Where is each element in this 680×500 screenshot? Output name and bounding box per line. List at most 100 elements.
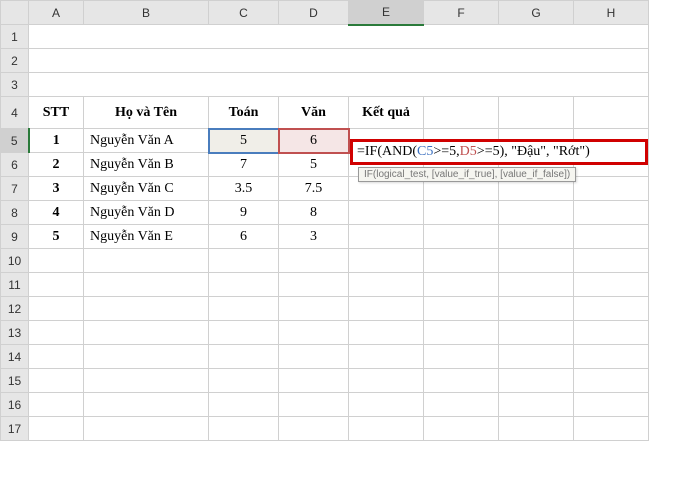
cell[interactable]	[499, 97, 574, 129]
cell[interactable]	[499, 297, 574, 321]
cell[interactable]	[279, 273, 349, 297]
cell[interactable]	[84, 393, 209, 417]
cell[interactable]	[424, 369, 499, 393]
header-stt[interactable]: STT	[29, 97, 84, 129]
cell[interactable]	[499, 369, 574, 393]
cell[interactable]	[499, 249, 574, 273]
cell[interactable]	[209, 345, 279, 369]
cell[interactable]	[279, 249, 349, 273]
cell-lit-ref[interactable]: 6	[279, 129, 349, 153]
cell[interactable]	[574, 345, 649, 369]
row-header[interactable]: 16	[1, 393, 29, 417]
cell[interactable]	[424, 321, 499, 345]
row-header[interactable]: 2	[1, 49, 29, 73]
worksheet[interactable]: A B C D E F G H 1 2 3 4 STT Họ và Tên To…	[0, 0, 680, 441]
cell[interactable]	[424, 393, 499, 417]
cell[interactable]	[574, 417, 649, 441]
cell[interactable]	[209, 417, 279, 441]
formula-edit-box[interactable]: =IF(AND(C5>=5, D5>=5), "Đậu", "Rớt")	[350, 139, 648, 165]
row-header[interactable]: 7	[1, 177, 29, 201]
cell[interactable]	[29, 393, 84, 417]
cell[interactable]	[209, 297, 279, 321]
cell[interactable]	[29, 25, 649, 49]
cell[interactable]	[84, 321, 209, 345]
cell-math[interactable]: 3.5	[209, 177, 279, 201]
row-header[interactable]: 11	[1, 273, 29, 297]
cell[interactable]	[29, 297, 84, 321]
cell[interactable]	[349, 321, 424, 345]
row-header[interactable]: 10	[1, 249, 29, 273]
cell[interactable]	[349, 273, 424, 297]
cell[interactable]	[29, 321, 84, 345]
cell[interactable]	[349, 297, 424, 321]
row-header[interactable]: 3	[1, 73, 29, 97]
cell[interactable]	[499, 321, 574, 345]
cell[interactable]	[29, 73, 649, 97]
col-header-H[interactable]: H	[574, 1, 649, 25]
cell[interactable]	[574, 273, 649, 297]
cell-lit[interactable]: 3	[279, 225, 349, 249]
row-header[interactable]: 8	[1, 201, 29, 225]
cell[interactable]	[424, 297, 499, 321]
cell-math[interactable]: 6	[209, 225, 279, 249]
row-header[interactable]: 17	[1, 417, 29, 441]
row-header[interactable]: 14	[1, 345, 29, 369]
cell[interactable]	[499, 417, 574, 441]
cell[interactable]	[29, 369, 84, 393]
cell-lit[interactable]: 7.5	[279, 177, 349, 201]
cell[interactable]	[349, 345, 424, 369]
cell[interactable]	[499, 393, 574, 417]
cell[interactable]	[279, 345, 349, 369]
col-header-B[interactable]: B	[84, 1, 209, 25]
cell[interactable]	[424, 201, 499, 225]
cell-stt[interactable]: 3	[29, 177, 84, 201]
select-all-corner[interactable]	[1, 1, 29, 25]
cell[interactable]	[279, 393, 349, 417]
cell[interactable]	[574, 97, 649, 129]
cell-name[interactable]: Nguyễn Văn C	[84, 177, 209, 201]
cell[interactable]	[424, 417, 499, 441]
cell[interactable]	[209, 273, 279, 297]
cell[interactable]	[84, 369, 209, 393]
header-name[interactable]: Họ và Tên	[84, 97, 209, 129]
cell[interactable]	[574, 201, 649, 225]
cell[interactable]	[574, 393, 649, 417]
row-header[interactable]: 6	[1, 153, 29, 177]
cell-stt[interactable]: 4	[29, 201, 84, 225]
cell[interactable]	[84, 249, 209, 273]
cell[interactable]	[424, 97, 499, 129]
col-header-E[interactable]: E	[349, 1, 424, 25]
cell-stt[interactable]: 1	[29, 129, 84, 153]
cell[interactable]	[424, 273, 499, 297]
cell[interactable]	[84, 273, 209, 297]
col-header-D[interactable]: D	[279, 1, 349, 25]
cell[interactable]	[349, 201, 424, 225]
row-header[interactable]: 15	[1, 369, 29, 393]
row-header[interactable]: 5	[1, 129, 29, 153]
cell[interactable]	[499, 273, 574, 297]
cell-name[interactable]: Nguyễn Văn A	[84, 129, 209, 153]
cell[interactable]	[209, 321, 279, 345]
cell[interactable]	[349, 369, 424, 393]
grid[interactable]: A B C D E F G H 1 2 3 4 STT Họ và Tên To…	[0, 0, 649, 441]
cell[interactable]	[29, 249, 84, 273]
header-lit[interactable]: Văn	[279, 97, 349, 129]
cell[interactable]	[574, 249, 649, 273]
col-header-C[interactable]: C	[209, 1, 279, 25]
cell-math-ref[interactable]: 5	[209, 129, 279, 153]
cell[interactable]	[29, 49, 649, 73]
cell-lit[interactable]: 8	[279, 201, 349, 225]
cell-name[interactable]: Nguyễn Văn D	[84, 201, 209, 225]
cell[interactable]	[349, 393, 424, 417]
cell[interactable]	[424, 225, 499, 249]
cell[interactable]	[209, 249, 279, 273]
cell[interactable]	[279, 369, 349, 393]
header-result[interactable]: Kết quả	[349, 97, 424, 129]
cell[interactable]	[349, 249, 424, 273]
cell[interactable]	[84, 417, 209, 441]
cell-stt[interactable]: 5	[29, 225, 84, 249]
cell[interactable]	[574, 297, 649, 321]
cell[interactable]	[209, 393, 279, 417]
cell[interactable]	[574, 369, 649, 393]
cell[interactable]	[499, 345, 574, 369]
